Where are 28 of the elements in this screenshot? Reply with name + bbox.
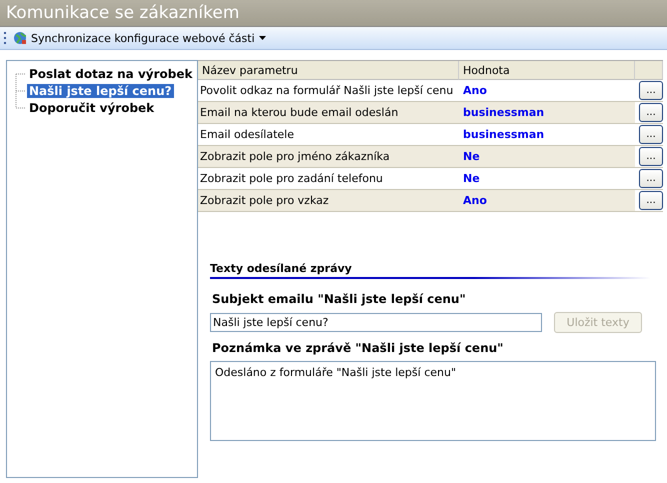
column-header xyxy=(635,61,663,80)
edit-button[interactable]: ... xyxy=(639,103,663,122)
table-cell: businessman xyxy=(459,102,635,124)
table-cell: Zobrazit pole pro jméno zákazníka xyxy=(198,146,459,168)
edit-button[interactable]: ... xyxy=(639,191,663,210)
section-title: Texty odesílané zprávy xyxy=(210,262,650,279)
column-header: Název parametru xyxy=(198,61,459,80)
globe-icon xyxy=(13,31,27,45)
column-header: Hodnota xyxy=(459,61,635,80)
table-cell: Ne xyxy=(459,146,635,168)
window-title: Komunikace se zákazníkem xyxy=(0,0,667,27)
subject-field[interactable]: Našli jste lepší cenu? xyxy=(210,313,542,332)
caret-icon xyxy=(258,36,266,40)
tree-lines-drawing xyxy=(15,73,27,109)
tree-item[interactable]: Našli jste lepší cenu? xyxy=(27,84,174,98)
field-label: Subjekt emailu "Našli jste lepší cenu" xyxy=(212,292,467,306)
tree-item[interactable]: Doporučit výrobek xyxy=(27,100,156,114)
edit-button[interactable]: ... xyxy=(639,81,663,100)
grip-icon xyxy=(4,31,7,45)
table-cell: Ano xyxy=(459,190,635,212)
table-cell: Zobrazit pole pro vzkaz xyxy=(198,190,459,212)
edit-button[interactable]: ... xyxy=(639,169,663,188)
field-label: Poznámka ve zprávě "Našli jste lepší cenu" xyxy=(212,341,504,355)
note-field[interactable]: Odesláno z formuláře "Našli jste lepší cenu" xyxy=(210,361,656,441)
tree-item[interactable]: Poslat dotaz na výrobek xyxy=(27,66,194,80)
edit-button[interactable]: ... xyxy=(639,125,663,144)
table-cell: Email na kterou bude email odeslán xyxy=(198,102,459,124)
edit-button[interactable]: ... xyxy=(639,147,663,166)
